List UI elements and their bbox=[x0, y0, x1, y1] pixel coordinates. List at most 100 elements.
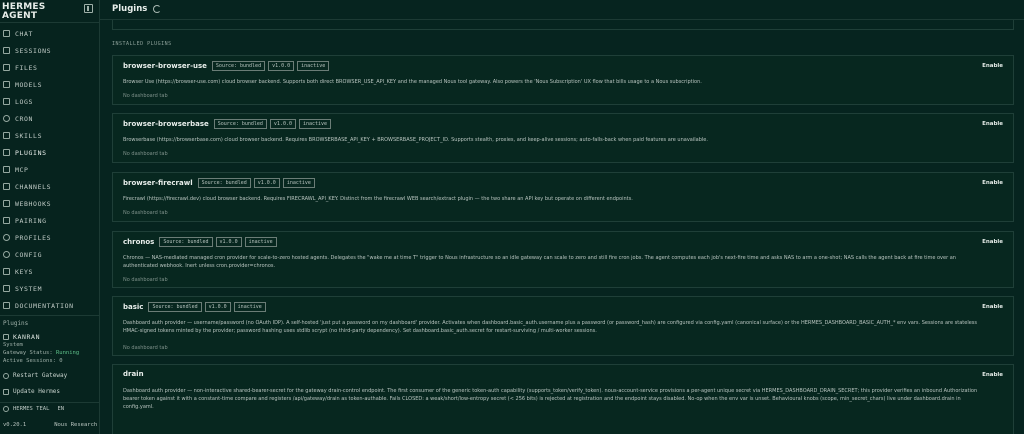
sidebar: HERMES AGENT CHAT SESSIONS FILES MODELS … bbox=[0, 0, 100, 434]
plugin-description: Browser Use (https://browser-use.com) cl… bbox=[123, 79, 702, 85]
sidebar-item-config[interactable]: CONFIG bbox=[0, 246, 100, 263]
sidebar-item-label: PROFILES bbox=[15, 233, 52, 242]
vendor-label: Nous Research bbox=[54, 422, 98, 428]
source-tag: Source: bundled bbox=[148, 302, 202, 312]
sidebar-item-plugins[interactable]: PLUGINS bbox=[0, 144, 100, 161]
sidebar-item-webhooks[interactable]: WEBHOOKS bbox=[0, 195, 100, 212]
page-title: Plugins bbox=[112, 4, 148, 14]
plugin-card-header: browser-browserbase Source: bundled v1.0… bbox=[123, 119, 334, 129]
cron-icon bbox=[3, 115, 10, 122]
pairing-icon bbox=[3, 217, 10, 224]
dashboard-tab-note: No dashboard tab bbox=[123, 93, 168, 99]
sidebar-item-label: CRON bbox=[15, 114, 34, 123]
sidebar-collapse-icon[interactable] bbox=[84, 4, 93, 13]
sidebar-item-label: CHANNELS bbox=[15, 182, 52, 191]
main-content: Plugins INSTALLED PLUGINS browser-browse… bbox=[100, 0, 1024, 434]
theme-language-row: HERMES TEAL EN bbox=[3, 406, 64, 412]
plugin-card-header: chronos Source: bundled v1.0.0 inactive bbox=[123, 237, 280, 247]
plugin-name: browser-firecrawl bbox=[123, 179, 193, 187]
source-tag: Source: bundled bbox=[213, 119, 267, 129]
sidebar-item-pairing[interactable]: PAIRING bbox=[0, 212, 100, 229]
restart-gateway-label: Restart Gateway bbox=[13, 372, 68, 379]
sidebar-item-profiles[interactable]: PROFILES bbox=[0, 229, 100, 246]
status-tag: inactive bbox=[233, 302, 266, 312]
enable-button[interactable]: Enable bbox=[982, 304, 1003, 310]
status-tag: inactive bbox=[244, 237, 277, 247]
installed-plugins-label: INSTALLED PLUGINS bbox=[112, 41, 172, 47]
sidebar-item-mcp[interactable]: MCP bbox=[0, 161, 100, 178]
sidebar-item-label: DOCUMENTATION bbox=[15, 301, 74, 310]
sidebar-item-cron[interactable]: CRON bbox=[0, 110, 100, 127]
plugin-description: Chronos — NAS-mediated managed cron prov… bbox=[123, 255, 956, 269]
sidebar-item-documentation[interactable]: DOCUMENTATION bbox=[0, 297, 100, 314]
nav-divider bbox=[0, 402, 100, 403]
chat-icon bbox=[3, 30, 10, 37]
sidebar-item-label: SESSIONS bbox=[15, 46, 52, 55]
sidebar-item-label: CHAT bbox=[15, 29, 34, 38]
sidebar-item-label: PAIRING bbox=[15, 216, 47, 225]
plugin-name: browser-browser-use bbox=[123, 62, 207, 70]
system-label: System bbox=[3, 342, 23, 348]
source-tag: Source: bundled bbox=[159, 237, 213, 247]
theme-selector[interactable]: HERMES TEAL bbox=[13, 406, 49, 412]
version-label: v0.20.1 bbox=[3, 422, 27, 428]
sidebar-item-skills[interactable]: SKILLS bbox=[0, 127, 100, 144]
plugin-description: Browserbase (https://browserbase.com) cl… bbox=[123, 137, 708, 143]
plugin-description: Dashboard auth provider — username/passw… bbox=[123, 320, 977, 334]
plugin-card-chronos: chronos Source: bundled v1.0.0 inactive … bbox=[112, 231, 1014, 288]
update-hermes-button[interactable]: Update Hermes bbox=[3, 388, 60, 395]
skills-icon bbox=[3, 132, 10, 139]
enable-button[interactable]: Enable bbox=[982, 63, 1003, 69]
enable-button[interactable]: Enable bbox=[982, 121, 1003, 127]
enable-button[interactable]: Enable bbox=[982, 180, 1003, 186]
enable-button[interactable]: Enable bbox=[982, 372, 1003, 378]
previous-card-edge bbox=[112, 20, 1014, 30]
sidebar-item-system[interactable]: SYSTEM bbox=[0, 280, 100, 297]
profiles-icon bbox=[3, 234, 10, 241]
plugin-description: Firecrawl (https://firecrawl.dev) cloud … bbox=[123, 196, 633, 202]
plugin-card-header: browser-browser-use Source: bundled v1.0… bbox=[123, 61, 332, 71]
sidebar-item-keys[interactable]: KEYS bbox=[0, 263, 100, 280]
plugins-icon bbox=[3, 149, 10, 156]
plugin-name: browser-browserbase bbox=[123, 120, 209, 128]
plugin-card-header: drain bbox=[123, 370, 149, 378]
sidebar-item-label: KEYS bbox=[15, 267, 34, 276]
dashboard-tab-note: No dashboard tab bbox=[123, 345, 168, 351]
enable-button[interactable]: Enable bbox=[982, 239, 1003, 245]
dashboard-tab-note: No dashboard tab bbox=[123, 277, 168, 283]
refresh-icon[interactable] bbox=[153, 5, 161, 13]
active-sessions: Active Sessions: 0 bbox=[3, 358, 63, 364]
sidebar-plugin-kanran[interactable]: KANRAN bbox=[3, 333, 40, 341]
sidebar-item-chat[interactable]: CHAT bbox=[0, 25, 100, 42]
plugins-section-label: Plugins bbox=[3, 320, 29, 327]
sidebar-item-label: PLUGINS bbox=[15, 148, 47, 157]
brand-logo[interactable]: HERMES AGENT bbox=[2, 3, 45, 21]
source-tag: Source: bundled bbox=[211, 61, 266, 71]
webhooks-icon bbox=[3, 200, 10, 207]
sidebar-nav: CHAT SESSIONS FILES MODELS LOGS CRON SKI… bbox=[0, 25, 100, 314]
sidebar-item-channels[interactable]: CHANNELS bbox=[0, 178, 100, 195]
gateway-status-value: Running bbox=[55, 350, 80, 356]
sidebar-item-files[interactable]: FILES bbox=[0, 59, 100, 76]
version-tag: v1.0.0 bbox=[269, 119, 296, 129]
documentation-icon bbox=[3, 302, 10, 309]
sidebar-item-label: WEBHOOKS bbox=[15, 199, 52, 208]
sidebar-item-sessions[interactable]: SESSIONS bbox=[0, 42, 100, 59]
status-tag: inactive bbox=[297, 61, 330, 71]
sidebar-item-label: CONFIG bbox=[15, 250, 43, 259]
language-selector[interactable]: EN bbox=[57, 406, 64, 412]
version-tag: v1.0.0 bbox=[253, 178, 280, 188]
restart-gateway-button[interactable]: Restart Gateway bbox=[3, 372, 67, 379]
sidebar-item-logs[interactable]: LOGS bbox=[0, 93, 100, 110]
plugin-name: drain bbox=[123, 370, 144, 378]
download-icon bbox=[3, 388, 9, 395]
source-tag: Source: bundled bbox=[197, 178, 251, 188]
keys-icon bbox=[3, 268, 10, 275]
version-row: v0.20.1 Nous Research bbox=[3, 422, 97, 428]
status-tag: inactive bbox=[298, 119, 332, 129]
sidebar-item-models[interactable]: MODELS bbox=[0, 76, 100, 93]
sidebar-item-label: LOGS bbox=[15, 97, 34, 106]
sidebar-item-label: MCP bbox=[15, 165, 29, 174]
status-tag: inactive bbox=[282, 178, 315, 188]
restart-icon bbox=[3, 372, 9, 379]
